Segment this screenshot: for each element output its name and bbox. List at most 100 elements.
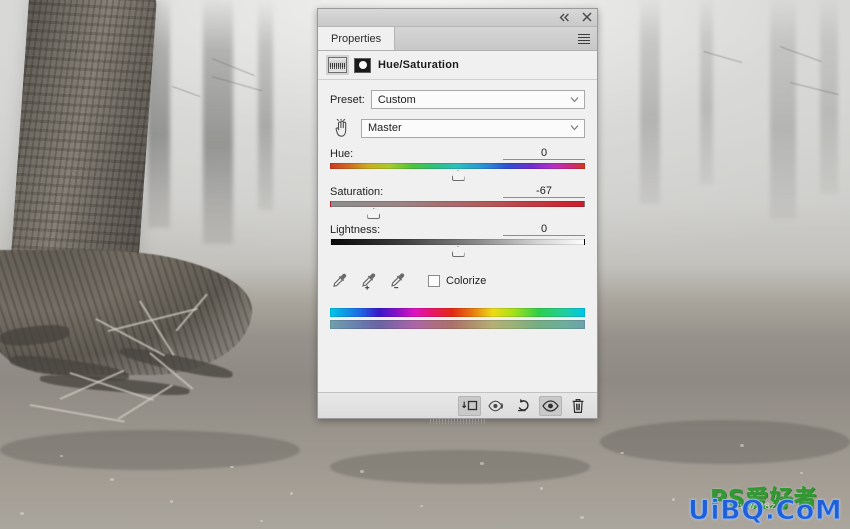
- ground-shadow: [600, 420, 850, 464]
- adjustment-header: Hue/Saturation: [318, 51, 597, 80]
- ground-pebble: [580, 516, 584, 519]
- preset-label: Preset:: [330, 93, 365, 106]
- lightness-slider-block: Lightness: 0: [330, 223, 585, 258]
- panel-footer-toolbar: [318, 392, 597, 424]
- hue-slider-thumb[interactable]: [451, 170, 465, 181]
- ground-pebble: [672, 498, 675, 501]
- adjustment-title: Hue/Saturation: [378, 59, 460, 71]
- delete-adjustment-button[interactable]: [566, 396, 589, 416]
- hue-label: Hue:: [330, 148, 354, 160]
- menu-line: [578, 42, 590, 44]
- ground-pebble: [740, 444, 744, 447]
- hue-track[interactable]: [330, 163, 585, 169]
- tree-branch: [171, 85, 201, 97]
- layer-mask-thumbnail-icon[interactable]: [354, 57, 371, 73]
- panel-resize-grip[interactable]: [429, 418, 486, 424]
- lightness-track-wrap[interactable]: [330, 237, 585, 258]
- hue-range-bar-source[interactable]: [330, 308, 585, 317]
- mask-dot: [358, 61, 367, 69]
- tab-properties[interactable]: Properties: [318, 27, 396, 50]
- channel-value: Master: [368, 122, 402, 134]
- lightness-slider-thumb[interactable]: [451, 246, 465, 257]
- window-buttons: [558, 10, 593, 24]
- ground-pebble: [360, 470, 364, 473]
- eyedropper-minus-glyph: [391, 273, 405, 289]
- ground-pebble: [60, 455, 63, 457]
- saturation-slider-block: Saturation: -67: [330, 185, 585, 220]
- ground-pebble: [230, 466, 234, 468]
- eyedropper-plus-glyph: [362, 273, 376, 290]
- ground-pebble: [110, 478, 114, 481]
- distant-tree: [640, 0, 660, 204]
- panel-tabstrip: Properties: [318, 27, 597, 51]
- clip-to-layer-icon: [461, 400, 477, 410]
- hue-saturation-adjustment-icon[interactable]: [326, 55, 349, 75]
- distant-tree: [203, 0, 233, 244]
- hue-range-bar-result[interactable]: [330, 320, 585, 329]
- saturation-label: Saturation:: [330, 186, 384, 198]
- toggle-visibility-button[interactable]: [539, 395, 562, 416]
- saturation-track-wrap[interactable]: [330, 199, 585, 220]
- collapse-panel-icon[interactable]: [558, 10, 571, 24]
- reset-button[interactable]: [512, 396, 535, 416]
- colorize-checkbox-group[interactable]: Colorize: [428, 275, 486, 287]
- hue-range-colorbars: [330, 308, 585, 329]
- colorize-label: Colorize: [446, 275, 487, 287]
- ground-pebble: [260, 520, 263, 522]
- ground-pebble: [620, 452, 624, 454]
- eyedropper-icon[interactable]: [332, 272, 350, 290]
- double-chevron-left-icon: [559, 13, 569, 21]
- lightness-track[interactable]: [330, 239, 585, 245]
- ground-shadow: [0, 430, 300, 470]
- lightness-label: Lightness:: [330, 224, 381, 236]
- ground-shadow: [330, 450, 590, 484]
- saturation-slider-thumb[interactable]: [367, 208, 381, 219]
- eyedropper-minus-icon[interactable]: [390, 272, 408, 290]
- chevron-down-icon: [570, 95, 579, 104]
- eye-icon: [542, 399, 559, 412]
- panel-body: Preset: Custom Master Hue: 0 Saturation:…: [318, 80, 597, 329]
- preset-value: Custom: [377, 93, 416, 106]
- trash-icon: [572, 398, 583, 413]
- distant-tree: [770, 0, 796, 219]
- distant-tree: [258, 0, 273, 210]
- panel-titlebar: [318, 9, 597, 27]
- menu-line: [578, 36, 590, 38]
- distant-tree: [820, 0, 838, 194]
- properties-panel[interactable]: Properties Hue/Saturation Preset: Custom: [317, 8, 598, 424]
- reset-arrow-icon: [517, 398, 529, 412]
- hand-cursor-icon: [335, 118, 346, 137]
- ground-pebble: [170, 500, 173, 503]
- ground-pebble: [20, 512, 24, 515]
- close-panel-icon[interactable]: [580, 10, 593, 24]
- clip-to-layer-button[interactable]: [458, 395, 481, 416]
- fallen-twig: [29, 404, 125, 423]
- on-image-adjustment-hand-icon[interactable]: [330, 117, 352, 139]
- ground-pebble: [540, 487, 543, 490]
- preset-row: Preset: Custom: [330, 90, 585, 109]
- hue-value-input[interactable]: 0: [503, 147, 585, 160]
- eye-previous-icon: [487, 400, 503, 411]
- channel-select[interactable]: Master: [361, 118, 585, 138]
- eyedropper-plus-icon[interactable]: [361, 272, 379, 290]
- hue-track-wrap[interactable]: [330, 161, 585, 182]
- eyedropper-row: Colorize: [330, 272, 585, 290]
- saturation-slider-head: Saturation: -67: [330, 185, 585, 198]
- preset-select[interactable]: Custom: [370, 90, 585, 109]
- menu-line: [578, 33, 590, 35]
- toggle-previous-state-button[interactable]: [485, 396, 508, 416]
- eyedropper-glyph: [333, 273, 347, 287]
- colorize-checkbox[interactable]: [428, 275, 440, 287]
- chevron-down-icon: [570, 124, 579, 133]
- hue-slider-head: Hue: 0: [330, 147, 585, 160]
- menu-line: [578, 39, 590, 41]
- lightness-slider-head: Lightness: 0: [330, 223, 585, 236]
- saturation-track[interactable]: [330, 201, 585, 207]
- ground-pebble: [480, 462, 484, 465]
- panel-menu-icon[interactable]: [576, 31, 592, 46]
- ground-pebble: [420, 505, 423, 507]
- ground-pebble: [290, 492, 293, 495]
- saturation-value-input[interactable]: -67: [503, 185, 585, 198]
- channel-row: Master: [330, 117, 585, 139]
- lightness-value-input[interactable]: 0: [503, 223, 585, 236]
